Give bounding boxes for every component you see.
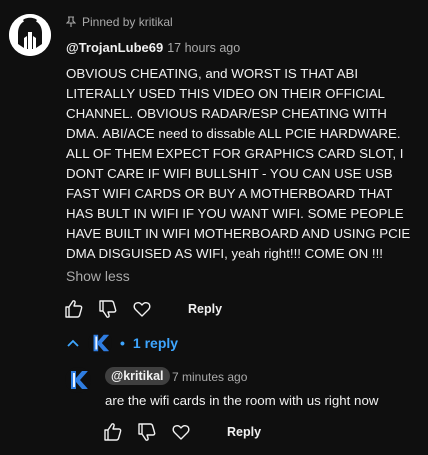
replies-count-label[interactable]: 1 reply [133,335,178,351]
reply-heart-button[interactable] [169,420,193,444]
reply-dislike-button[interactable] [135,420,159,444]
pin-icon [66,16,76,27]
replies-toggle[interactable]: • 1 reply [66,331,178,355]
heart-button[interactable] [130,297,154,321]
show-less-button[interactable]: Show less [66,268,130,284]
k-logo-icon [88,331,112,355]
commenter-avatar[interactable] [9,14,51,56]
chevron-up-icon [67,339,79,347]
like-icon [65,300,83,318]
reply-text: are the wifi cards in the room with us r… [105,393,379,408]
pinned-label: Pinned by kritikal [82,15,173,29]
spartan-helmet-icon [9,14,51,56]
heart-icon [133,301,151,317]
comment-header: @TrojanLube69 17 hours ago [66,40,240,55]
like-icon [104,423,122,441]
reply-timestamp[interactable]: 7 minutes ago [172,370,247,384]
comment-text: OBVIOUS CHEATING, and WORST IS THAT ABI … [66,66,411,261]
dislike-icon [138,423,156,441]
reply-actions: Reply [101,420,261,444]
k-logo-icon [65,367,91,393]
pinned-indicator: Pinned by kritikal [66,15,173,29]
comment-author[interactable]: @TrojanLube69 [66,40,163,55]
reply-author[interactable]: @kritikal [105,367,170,385]
reply-reply-button[interactable]: Reply [227,425,261,439]
creator-avatar-small [88,331,112,355]
reply-author-avatar[interactable] [65,367,91,393]
replies-separator: • [120,335,125,351]
reply-like-button[interactable] [101,420,125,444]
dislike-button[interactable] [96,297,120,321]
like-button[interactable] [62,297,86,321]
reply-button[interactable]: Reply [188,302,222,316]
comment-actions: Reply [62,297,222,321]
heart-icon [172,424,190,440]
comment-timestamp[interactable]: 17 hours ago [167,41,240,55]
dislike-icon [99,300,117,318]
